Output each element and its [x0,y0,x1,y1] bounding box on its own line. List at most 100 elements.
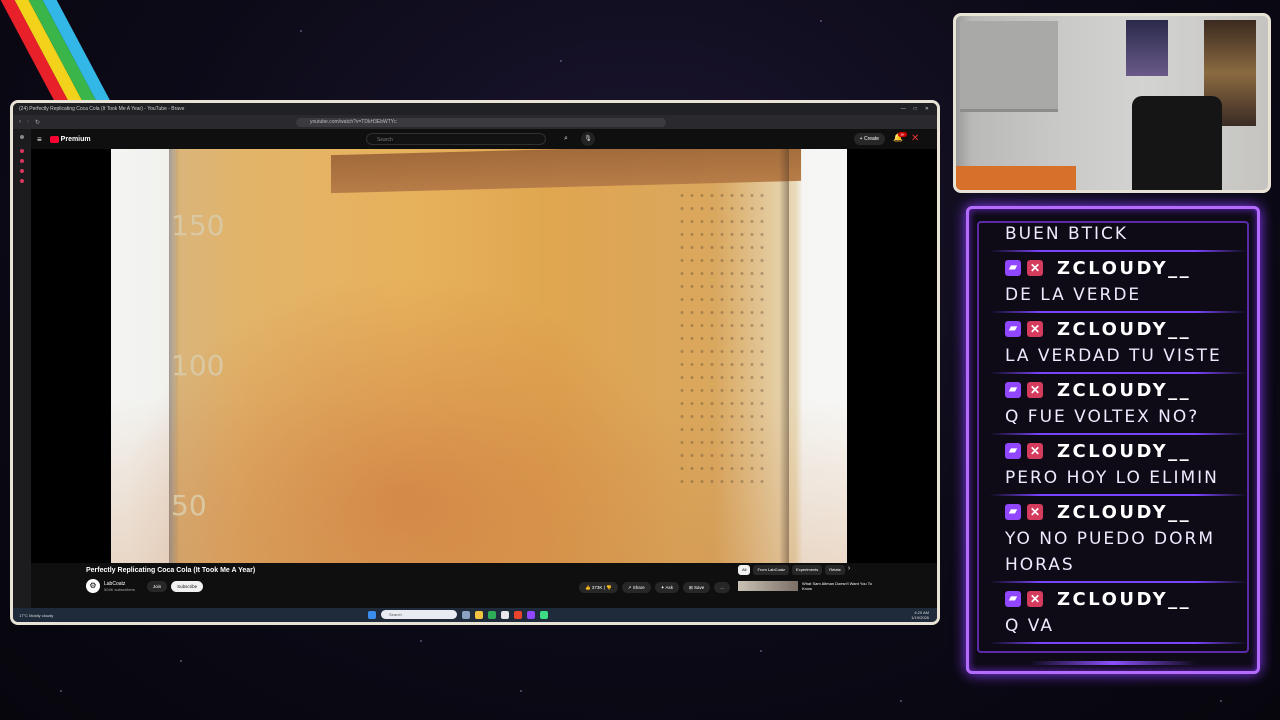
chevron-right-icon[interactable]: › [848,565,850,575]
chat-username: ZCLOUDY__ [1057,440,1192,462]
windows-taskbar: 17°C Mostly cloudy Search 4:20 AM 1/19/2… [13,608,937,622]
twitch-icon: ▰ [1005,504,1021,520]
beaker-marking: 150 [171,209,225,242]
chat-username: ZCLOUDY__ [1057,318,1192,340]
like-count: 373K [591,585,603,590]
subscribe-button[interactable]: Subscribe [171,580,204,592]
chat-message-list: BUEN BTICK ▰ ✕ ZCLOUDY__ DE LA VERDE ▰ ✕… [977,221,1249,653]
twitch-icon: ▰ [1005,260,1021,276]
chat-message: BUEN BTICK [979,223,1247,247]
chat-message: ▰ ✕ ZCLOUDY__ Q VA [979,585,1247,639]
twitch-icon: ▰ [1005,591,1021,607]
chat-message-text: LA VERDAD TU VISTE [1005,346,1222,366]
share-button[interactable]: ↗ Share [621,582,651,593]
recommended-thumbnail[interactable] [738,581,798,591]
app-icon[interactable] [488,610,496,619]
back-icon[interactable]: ‹ [19,119,21,125]
youtube-logo[interactable]: Premium [49,135,91,143]
youtube-page: ≡ Premium Search ⌕ 🎙 + Create 🔔 9+ ✕ 150… [31,129,937,608]
x-badge-icon: ✕ [1027,260,1043,276]
chat-message-header: ▰ ✕ ZCLOUDY__ [1005,315,1247,343]
x-badge-icon: ✕ [1027,591,1043,607]
minimize-icon[interactable]: — [901,103,906,115]
browser-titlebar: (24) Perfectly Replicating Coca Cola (It… [13,103,937,115]
chat-message-text: Q VA [1005,616,1054,636]
recommended-video[interactable]: What Sam Altman Doesn't Want You To Know [738,581,882,591]
chat-divider [989,250,1247,252]
beaker-edge [779,149,789,563]
windows-start-icon[interactable] [368,610,376,619]
window-title: (24) Perfectly Replicating Coca Cola (It… [19,106,185,112]
twitch-icon: ▰ [1005,443,1021,459]
chat-message: ▰ ✕ ZCLOUDY__ YO NO PUEDO DORM HORAS [979,498,1247,578]
channel-avatar[interactable]: ⚙ [86,579,100,593]
account-avatar-icon[interactable]: ✕ [911,133,923,145]
chat-message: ▰ ✕ ZCLOUDY__ Q FUE VOLTEX NO? [979,376,1247,430]
file-explorer-icon[interactable] [475,610,483,619]
chat-message-header: ▰ ✕ ZCLOUDY__ [1005,376,1247,404]
maximize-icon[interactable]: □ [914,103,917,115]
chat-message: ▰ ✕ ZCLOUDY__ LA VERDAD TU VISTE [979,315,1247,369]
reload-icon[interactable]: ↻ [35,119,40,126]
taskbar-search[interactable]: Search [381,610,457,619]
webcam-desk [956,166,1076,190]
search-icon[interactable]: ⌕ [558,133,574,145]
close-icon[interactable]: ✕ [925,103,929,115]
microphone-icon[interactable]: 🎙 [581,132,595,146]
recommendation-chips: All From LabCoatz Experiments Relate › [738,565,850,575]
steam-icon[interactable] [501,610,509,619]
video-player[interactable]: 150 100 50 [111,149,847,563]
chat-message-text: PERO HOY LO ELIMIN [1005,468,1219,488]
weather-temp: 17°C [19,612,28,618]
app-icon[interactable] [527,610,535,619]
chat-username: ZCLOUDY__ [1057,257,1192,279]
url-field[interactable]: youtube.com/watch?v=TDkH3EbWTYc [296,117,667,127]
weather-widget[interactable]: 17°C Mostly cloudy [19,613,53,618]
chat-divider [989,642,1247,644]
chip-related[interactable]: Relate [825,565,845,575]
brave-icon[interactable] [514,610,522,619]
chat-message-text: HORAS [1005,555,1075,575]
logo-text: Premium [60,135,91,143]
join-button[interactable]: Join [146,580,168,592]
sidebar-panel-icon[interactable] [20,135,24,139]
chat-message: ▰ ✕ ZCLOUDY__ PERO HOY LO ELIMIN [979,437,1247,491]
chip-from-channel[interactable]: From LabCoatz [753,565,790,575]
video-actions: 👍 373K | 👎 ↗ Share ✦ Ask ⊞ Save ... [579,582,731,593]
more-actions-button[interactable]: ... [714,582,731,593]
menu-icon[interactable]: ≡ [37,135,42,144]
chat-divider [989,372,1247,374]
taskbar-clock[interactable]: 4:20 AM 1/19/2026 [911,610,929,620]
forward-icon[interactable]: › [27,119,29,125]
share-label: Share [632,585,645,590]
x-badge-icon: ✕ [1027,382,1043,398]
sidebar-item-icon[interactable] [20,159,24,163]
app-icon[interactable] [540,610,548,619]
recommended-title[interactable]: What Sam Altman Doesn't Want You To Know [802,581,882,591]
chip-all[interactable]: All [738,565,751,575]
task-view-icon[interactable] [462,610,470,619]
beaker-marking: 100 [171,349,225,382]
chat-message-header: ▰ ✕ ZCLOUDY__ [1005,498,1247,526]
stream-chat: BUEN BTICK ▰ ✕ ZCLOUDY__ DE LA VERDE ▰ ✕… [966,206,1260,674]
twitch-icon: ▰ [1005,382,1021,398]
chip-experiments[interactable]: Experiments [792,565,823,575]
ask-button[interactable]: ✦ Ask [654,582,679,593]
search-input[interactable]: Search [366,133,546,145]
sidebar-item-icon[interactable] [20,179,24,183]
chat-message-header: ▰ ✕ ZCLOUDY__ [1005,254,1247,282]
twitch-icon: ▰ [1005,321,1021,337]
chat-footer-glow [1029,661,1197,665]
rainbow-stripes-decoration [0,0,130,110]
create-button[interactable]: + Create [853,133,885,145]
channel-subscribers: 504K subscribers [104,586,135,592]
sidebar-item-icon[interactable] [20,149,24,153]
chat-message-text: DE LA VERDE [1005,285,1142,305]
bubbles-decoration [677,189,767,489]
sidebar-item-icon[interactable] [20,169,24,173]
youtube-play-icon [49,135,59,143]
like-button[interactable]: 👍 373K | 👎 [579,582,618,593]
x-badge-icon: ✕ [1027,321,1043,337]
chat-message: ▰ ✕ ZCLOUDY__ DE LA VERDE [979,254,1247,308]
save-button[interactable]: ⊞ Save [683,582,711,593]
